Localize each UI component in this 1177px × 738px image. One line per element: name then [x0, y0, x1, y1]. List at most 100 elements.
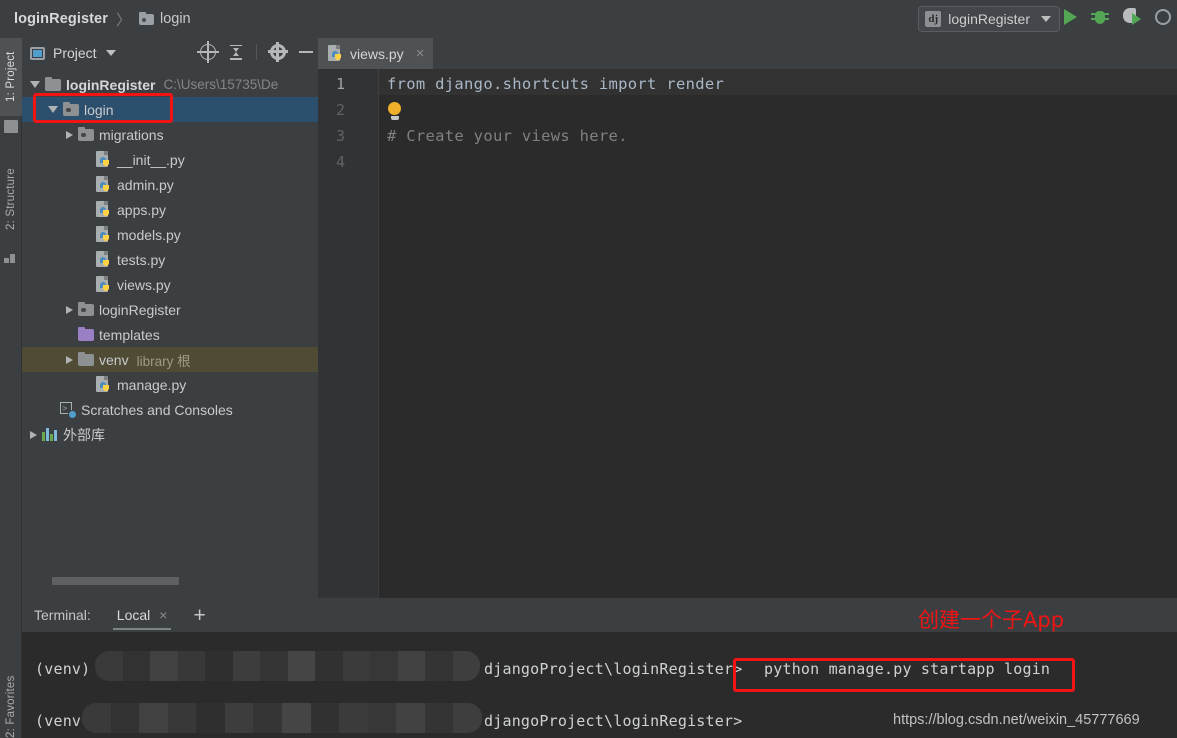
editor-tab-views-py[interactable]: views.py × — [318, 38, 434, 69]
tree-row[interactable]: Scratches and Consoles — [22, 397, 318, 422]
breadcrumb-current[interactable]: login — [160, 11, 191, 27]
structure-icon — [4, 250, 18, 263]
chevron-down-icon[interactable] — [48, 106, 58, 113]
tree-row[interactable]: tests.py — [22, 247, 318, 272]
close-icon[interactable]: × — [416, 46, 425, 61]
tree-row[interactable]: templates — [22, 322, 318, 347]
tree-item-note: C:\Users\15735\De — [163, 77, 279, 92]
tree-item-note: library 根 — [136, 353, 191, 369]
terminal-prompt-prefix: (venv — [35, 712, 82, 730]
editor-gutter[interactable]: 1 2 3 4 — [318, 69, 378, 598]
sidebar-tab-favorites[interactable]: 2: Favorites — [0, 658, 22, 738]
lightbulb-icon[interactable] — [387, 102, 402, 120]
scrollbar-thumb[interactable] — [52, 577, 179, 585]
tree-item-label: views.py — [117, 276, 171, 293]
tree-row[interactable]: models.py — [22, 222, 318, 247]
tree-row[interactable]: migrations — [22, 122, 318, 147]
tree-item-label: __init__.py — [117, 151, 185, 168]
tree-row[interactable]: admin.py — [22, 172, 318, 197]
module-folder-icon — [78, 301, 94, 316]
tree-row[interactable]: loginRegister — [22, 297, 318, 322]
collapse-all-icon[interactable] — [229, 44, 243, 60]
circle-icon[interactable] — [1155, 8, 1171, 25]
folder-icon — [138, 12, 154, 25]
tree-row[interactable]: venv library 根 — [22, 347, 318, 372]
tree-item-label: 外部库 — [63, 426, 105, 443]
terminal-path: djangoProject\loginRegister> — [484, 712, 743, 730]
run-icon[interactable] — [1064, 8, 1077, 25]
project-tool-window: Project loginRegister C:\Users\15735\De lo… — [22, 38, 334, 598]
bug-icon[interactable] — [1091, 9, 1109, 25]
new-terminal-tab-button[interactable]: + — [193, 605, 205, 626]
tree-row[interactable]: login — [22, 97, 318, 122]
tree-row[interactable]: manage.py — [22, 372, 318, 397]
active-tab-indicator — [112, 627, 172, 630]
project-panel-title: Project — [53, 45, 97, 61]
tree-item-label: venv — [99, 351, 129, 368]
tree-row[interactable]: __init__.py — [22, 147, 318, 172]
gear-icon[interactable] — [268, 44, 288, 60]
terminal-command: python manage.py startapp login — [764, 660, 1051, 678]
tree-row[interactable]: apps.py — [22, 197, 318, 222]
divider — [256, 44, 257, 60]
project-panel-header: Project — [22, 38, 318, 68]
editor-tab-label: views.py — [350, 45, 404, 62]
tree-row[interactable]: 外部库 — [22, 422, 318, 447]
redacted-path — [82, 703, 482, 733]
project-file-tree[interactable]: loginRegister C:\Users\15735\De login migra… — [22, 72, 318, 612]
watermark: https://blog.csdn.net/weixin_45777669 — [893, 712, 1140, 728]
line-number: 3 — [335, 127, 345, 145]
chevron-right-icon[interactable] — [66, 305, 73, 314]
chevron-down-icon[interactable] — [30, 81, 40, 88]
python-file-icon — [96, 201, 112, 218]
external-libraries-icon — [42, 428, 58, 441]
chevron-down-icon[interactable] — [105, 50, 116, 56]
project-horizontal-scrollbar[interactable] — [44, 576, 334, 586]
terminal-tab-local[interactable]: Local × — [112, 598, 172, 632]
chevron-right-icon[interactable] — [66, 130, 73, 139]
template-folder-icon — [78, 326, 94, 341]
editor-tab-bar: views.py × — [318, 38, 1177, 69]
project-window-icon — [30, 46, 45, 60]
editor-area: views.py × 1 2 3 4 from django.shortcuts im… — [318, 38, 1177, 598]
tree-row[interactable]: views.py — [22, 272, 318, 297]
close-icon[interactable]: × — [159, 608, 167, 622]
tree-row[interactable]: loginRegister C:\Users\15735\De — [22, 72, 318, 97]
folder-icon — [78, 351, 94, 366]
run-configuration-selector[interactable]: dj loginRegister — [918, 6, 1060, 32]
breadcrumb-separator: 〉 — [115, 11, 131, 29]
sidebar-tab-project[interactable]: 1: Project — [0, 38, 22, 116]
tree-item-label: admin.py — [117, 176, 174, 193]
tree-item-label: migrations — [99, 126, 164, 143]
line-number: 4 — [335, 153, 345, 171]
python-file-icon — [96, 276, 112, 293]
chevron-right-icon[interactable] — [66, 355, 73, 364]
tree-item-label: Scratches and Consoles — [81, 401, 233, 418]
target-icon[interactable] — [197, 41, 219, 63]
terminal-tab-label: Local — [116, 607, 151, 623]
code-editor[interactable]: 1 2 3 4 from django.shortcuts import render… — [318, 69, 1177, 598]
python-file-icon — [96, 251, 112, 268]
minimize-icon[interactable] — [299, 51, 313, 53]
python-file-icon — [328, 45, 344, 62]
tree-item-label: manage.py — [117, 376, 187, 393]
python-file-icon — [96, 376, 112, 393]
folder-icon — [45, 76, 61, 91]
tree-item-label: tests.py — [117, 251, 166, 268]
coverage-run-icon[interactable] — [1123, 8, 1141, 25]
redacted-path — [95, 651, 480, 681]
project-panel-toolbar — [197, 41, 313, 63]
tree-item-label: templates — [99, 326, 160, 343]
tree-item-label: loginRegister — [99, 301, 181, 318]
run-configuration-label: loginRegister — [948, 11, 1030, 27]
sidebar-tab-structure[interactable]: 2: Structure — [0, 153, 22, 245]
chevron-right-icon[interactable] — [30, 430, 37, 439]
breadcrumb-project[interactable]: loginRegister — [14, 11, 108, 27]
python-file-icon — [96, 176, 112, 193]
annotation-note: 创建一个子App — [918, 608, 1065, 632]
